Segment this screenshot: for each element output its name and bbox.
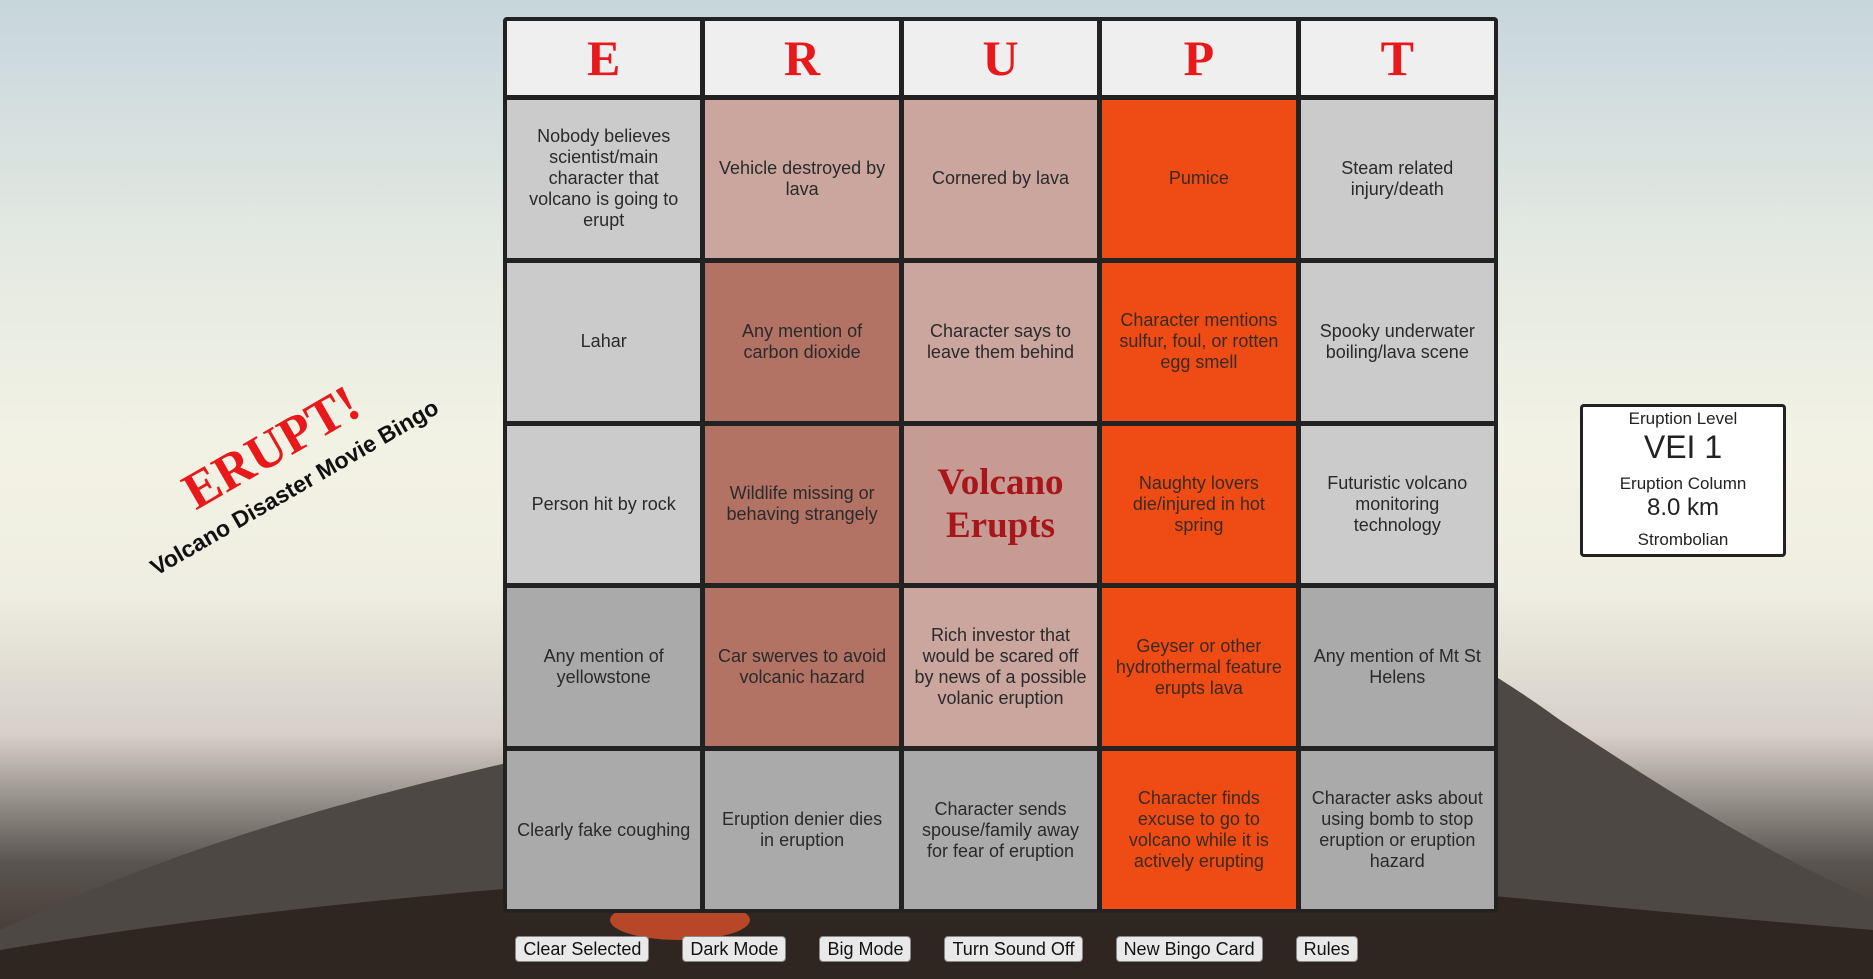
- bingo-cell[interactable]: Nobody believes scientist/main character…: [507, 100, 701, 258]
- dark-mode-button[interactable]: Dark Mode: [682, 936, 787, 962]
- eruption-column-value: 8.0 km: [1646, 494, 1720, 521]
- bingo-cell[interactable]: Any mention of Mt St Helens: [1300, 588, 1494, 747]
- new-card-button[interactable]: New Bingo Card: [1115, 936, 1263, 962]
- bingo-cell[interactable]: Wildlife missing or behaving strangely: [705, 425, 899, 584]
- eruption-column-label: Eruption Column: [1619, 474, 1747, 493]
- bingo-cell[interactable]: Any mention of carbon dioxide: [705, 262, 899, 421]
- bingo-cell[interactable]: Cornered by lava: [903, 100, 1098, 258]
- bingo-cell[interactable]: Steam related injury/death: [1300, 100, 1494, 258]
- bingo-cell[interactable]: Futuristic volcano monitoring technology: [1300, 425, 1494, 584]
- free-space-cell[interactable]: Volcano Erupts: [903, 425, 1098, 584]
- bingo-cell[interactable]: Any mention of yellowstone: [507, 588, 701, 747]
- bingo-cell-selected[interactable]: Geyser or other hydrothermal feature eru…: [1102, 588, 1296, 747]
- header-e: E: [507, 21, 701, 95]
- header-t: T: [1300, 21, 1494, 95]
- bingo-cell[interactable]: Character asks about using bomb to stop …: [1300, 751, 1494, 909]
- bingo-cell-selected[interactable]: Character finds excuse to go to volcano …: [1102, 751, 1296, 909]
- header-p: P: [1102, 21, 1296, 95]
- eruption-level-value: VEI 1: [1643, 429, 1723, 465]
- bingo-cell-selected[interactable]: Character mentions sulfur, foul, or rott…: [1102, 262, 1296, 421]
- bingo-cell[interactable]: Eruption denier dies in eruption: [705, 751, 899, 909]
- bingo-cell[interactable]: Car swerves to avoid volcanic hazard: [705, 588, 899, 747]
- header-u: U: [903, 21, 1098, 95]
- header-r: R: [705, 21, 899, 95]
- bingo-cell[interactable]: Person hit by rock: [507, 425, 701, 584]
- bingo-cell[interactable]: Rich investor that would be scared off b…: [903, 588, 1098, 747]
- sound-toggle-button[interactable]: Turn Sound Off: [944, 936, 1083, 962]
- control-bar: Clear Selected Dark Mode Big Mode Turn S…: [0, 936, 1873, 962]
- eruption-level-label: Eruption Level: [1628, 409, 1738, 428]
- big-mode-button[interactable]: Big Mode: [819, 936, 912, 962]
- bingo-board: E R U P T Nobody believes scientist/main…: [503, 17, 1498, 913]
- bingo-cell[interactable]: Vehicle destroyed by lava: [705, 100, 899, 258]
- bingo-cell[interactable]: Character sends spouse/family away for f…: [903, 751, 1098, 909]
- bingo-cell[interactable]: Character says to leave them behind: [903, 262, 1098, 421]
- bingo-cell-selected[interactable]: Pumice: [1102, 100, 1296, 258]
- bingo-cell[interactable]: Lahar: [507, 262, 701, 421]
- bingo-cell[interactable]: Clearly fake coughing: [507, 751, 701, 909]
- eruption-type: Strombolian: [1637, 530, 1729, 549]
- eruption-status-panel: Eruption Level VEI 1 Eruption Column 8.0…: [1580, 404, 1786, 557]
- bingo-cell[interactable]: Spooky underwater boiling/lava scene: [1300, 262, 1494, 421]
- bingo-cell-selected[interactable]: Naughty lovers die/injured in hot spring: [1102, 425, 1296, 584]
- rules-button[interactable]: Rules: [1295, 936, 1358, 962]
- clear-selected-button[interactable]: Clear Selected: [515, 936, 650, 962]
